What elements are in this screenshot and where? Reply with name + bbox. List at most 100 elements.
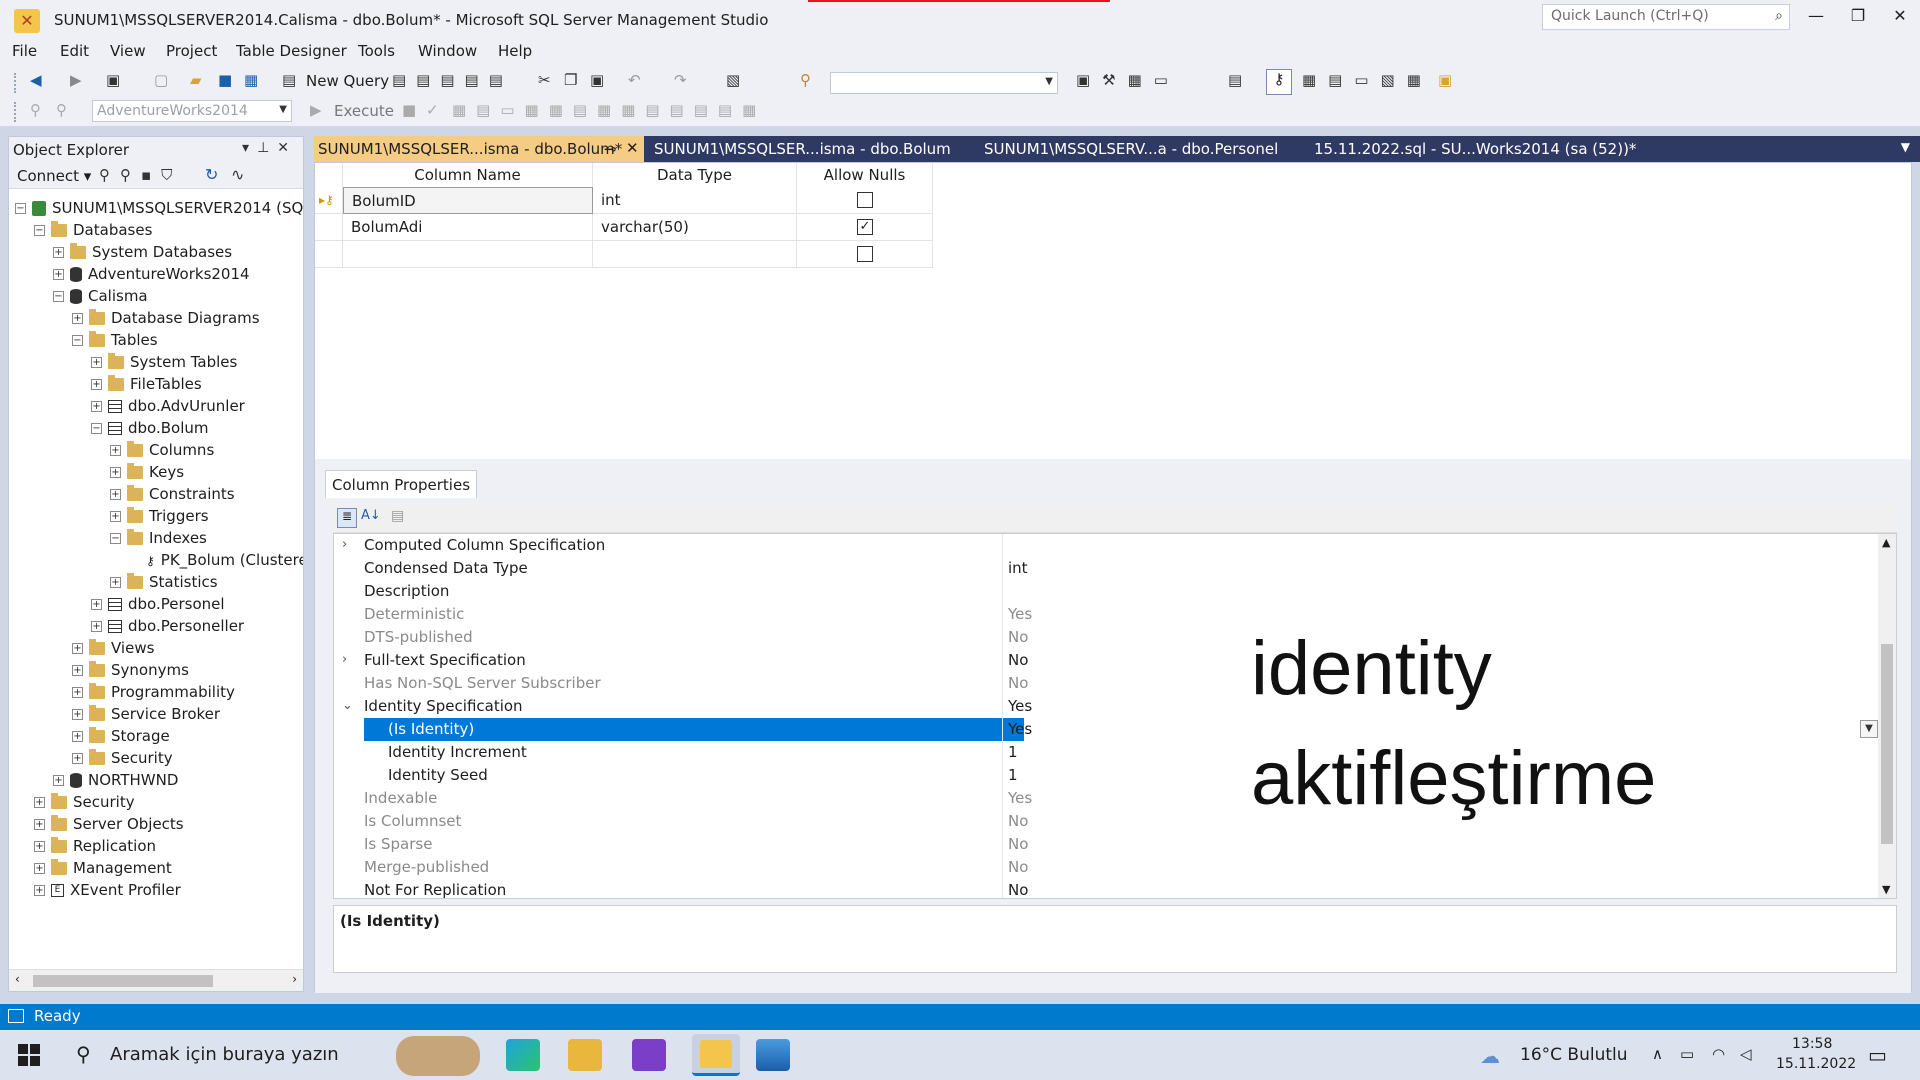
- tree-node[interactable]: + Management: [34, 857, 172, 879]
- layout-icon[interactable]: ▤: [1228, 71, 1242, 89]
- scroll-up-icon[interactable]: ▲: [1882, 536, 1890, 549]
- categorized-icon[interactable]: ≣: [337, 508, 357, 528]
- tab-overflow-icon[interactable]: ▼: [1901, 140, 1910, 154]
- collapse-icon[interactable]: −: [72, 335, 83, 346]
- tree-node[interactable]: + NORTHWND: [53, 769, 178, 791]
- collapse-icon[interactable]: −: [53, 291, 64, 302]
- menu-tools[interactable]: Tools: [358, 42, 395, 60]
- alphabetical-icon[interactable]: A↓: [361, 508, 381, 523]
- column-name-cell[interactable]: [343, 241, 593, 268]
- database-selector[interactable]: AdventureWorks2014 ▼: [92, 100, 292, 122]
- scroll-down-icon[interactable]: ▼: [1882, 883, 1890, 896]
- expand-icon[interactable]: +: [53, 247, 64, 258]
- restore-button[interactable]: ❐: [1838, 6, 1878, 30]
- menu-file[interactable]: File: [12, 42, 37, 60]
- column-name-cell[interactable]: BolumAdi: [343, 214, 593, 241]
- expand-chevron-icon[interactable]: ›: [342, 534, 347, 556]
- search-icon[interactable]: ⌕: [1775, 8, 1783, 24]
- allow-nulls-checkbox[interactable]: [857, 246, 873, 262]
- scroll-left-icon[interactable]: ‹: [15, 972, 20, 986]
- expand-icon[interactable]: +: [91, 599, 102, 610]
- expand-icon[interactable]: +: [110, 577, 121, 588]
- property-value[interactable]: No: [1008, 833, 1028, 856]
- solution-config-combo[interactable]: ▼: [830, 72, 1058, 94]
- property-value[interactable]: No: [1008, 672, 1028, 695]
- tree-node[interactable]: + Triggers: [110, 505, 209, 527]
- close-button[interactable]: ✕: [1880, 6, 1920, 30]
- scroll-thumb[interactable]: [1881, 644, 1893, 844]
- property-row[interactable]: Has Non-SQL Server Subscriber No: [334, 672, 1880, 695]
- expand-icon[interactable]: +: [72, 313, 83, 324]
- allow-nulls-checkbox[interactable]: [857, 192, 873, 208]
- forward-icon[interactable]: ▶: [70, 71, 82, 89]
- find-icon[interactable]: ⚲: [800, 71, 811, 89]
- expand-icon[interactable]: +: [72, 643, 83, 654]
- copy-icon[interactable]: ❐: [564, 71, 577, 89]
- activity-monitor-icon[interactable]: ▧: [726, 71, 740, 89]
- menu-view[interactable]: View: [110, 42, 146, 60]
- designer-tools-icons[interactable]: ▣⚒▦▭: [1076, 71, 1180, 89]
- tree-node[interactable]: + Database Diagrams: [72, 307, 260, 329]
- tab-dbo-bolum-designer[interactable]: SUNUM1\MSSQLSER...isma - dbo.Bolum* ⊸ ✕: [314, 136, 644, 162]
- property-row[interactable]: Merge-published No: [334, 856, 1880, 879]
- photos-app-icon[interactable]: [756, 1039, 790, 1071]
- tree-node[interactable]: + Columns: [110, 439, 214, 461]
- property-value[interactable]: int: [1008, 557, 1028, 580]
- tab-sql-query[interactable]: 15.11.2022.sql - SU...Works2014 (sa (52)…: [1310, 136, 1640, 162]
- menu-edit[interactable]: Edit: [60, 42, 89, 60]
- notifications-icon[interactable]: ▭: [1868, 1043, 1887, 1067]
- collapse-icon[interactable]: −: [15, 203, 26, 214]
- property-value[interactable]: Yes: [1008, 787, 1032, 810]
- tree-node[interactable]: + Security: [34, 791, 135, 813]
- expand-icon[interactable]: +: [91, 379, 102, 390]
- new-query-icon[interactable]: ▤: [282, 71, 296, 89]
- visual-studio-icon[interactable]: [632, 1039, 666, 1071]
- tree-node[interactable]: + Constraints: [110, 483, 235, 505]
- expand-icon[interactable]: +: [53, 775, 64, 786]
- data-type-cell[interactable]: [593, 241, 797, 268]
- tree-node[interactable]: − Calisma: [53, 285, 148, 307]
- execute-icon[interactable]: ▶: [310, 101, 322, 119]
- tree-node[interactable]: + dbo.Personeller: [91, 615, 244, 637]
- property-value[interactable]: No: [1008, 810, 1028, 833]
- tree-node[interactable]: + Server Objects: [34, 813, 184, 835]
- tree-node[interactable]: − Databases: [34, 219, 152, 241]
- expand-icon[interactable]: +: [34, 819, 45, 830]
- allow-nulls-checkbox-checked[interactable]: ✓: [857, 219, 873, 235]
- property-row[interactable]: › Computed Column Specification: [334, 534, 1880, 557]
- tree-node[interactable]: + dbo.Personel: [91, 593, 225, 615]
- property-row[interactable]: Condensed Data Type int: [334, 557, 1880, 580]
- expand-icon[interactable]: +: [34, 797, 45, 808]
- show-hidden-icons-icon[interactable]: ∧: [1652, 1045, 1663, 1063]
- expand-icon[interactable]: +: [53, 269, 64, 280]
- panel-window-buttons[interactable]: ▾⊥✕: [242, 140, 297, 156]
- back-icon[interactable]: ◀: [30, 71, 42, 89]
- expand-icon[interactable]: +: [91, 621, 102, 632]
- connect-dropdown[interactable]: Connect ▾: [17, 167, 91, 185]
- property-value[interactable]: No: [1008, 879, 1028, 898]
- property-row[interactable]: Description: [334, 580, 1880, 603]
- pin-icon[interactable]: ⊸: [604, 140, 617, 158]
- column-name-cell[interactable]: BolumID: [343, 187, 593, 214]
- expand-chevron-icon[interactable]: ›: [342, 649, 347, 671]
- volume-icon[interactable]: ◁: [1740, 1045, 1752, 1063]
- tree-node[interactable]: + Synonyms: [72, 659, 189, 681]
- tree-node[interactable]: − Tables: [72, 329, 158, 351]
- open-file-icon[interactable]: ▰: [190, 71, 202, 89]
- property-value[interactable]: Yes: [1008, 718, 1032, 741]
- tree-node[interactable]: ⚷ PK_Bolum (Clustered: [129, 549, 303, 571]
- clock-time[interactable]: 13:58: [1792, 1036, 1832, 1052]
- expand-icon[interactable]: +: [72, 753, 83, 764]
- property-value[interactable]: Yes: [1008, 695, 1032, 718]
- value-dropdown-icon[interactable]: ▼: [1860, 720, 1878, 738]
- activity-icon[interactable]: ∿: [231, 165, 244, 184]
- tree-node[interactable]: − Indexes: [110, 527, 207, 549]
- collapse-icon[interactable]: −: [110, 533, 121, 544]
- stop-icon[interactable]: ■: [402, 101, 416, 119]
- battery-icon[interactable]: ▭: [1680, 1045, 1694, 1063]
- ssms-taskbar-icon[interactable]: [692, 1034, 740, 1076]
- data-type-cell[interactable]: varchar(50): [593, 214, 797, 241]
- new-project-icon[interactable]: ▣: [106, 71, 120, 89]
- data-type-cell[interactable]: int: [593, 187, 797, 214]
- tab-dbo-personel[interactable]: SUNUM1\MSSQLSERV...a - dbo.Personel: [980, 136, 1282, 162]
